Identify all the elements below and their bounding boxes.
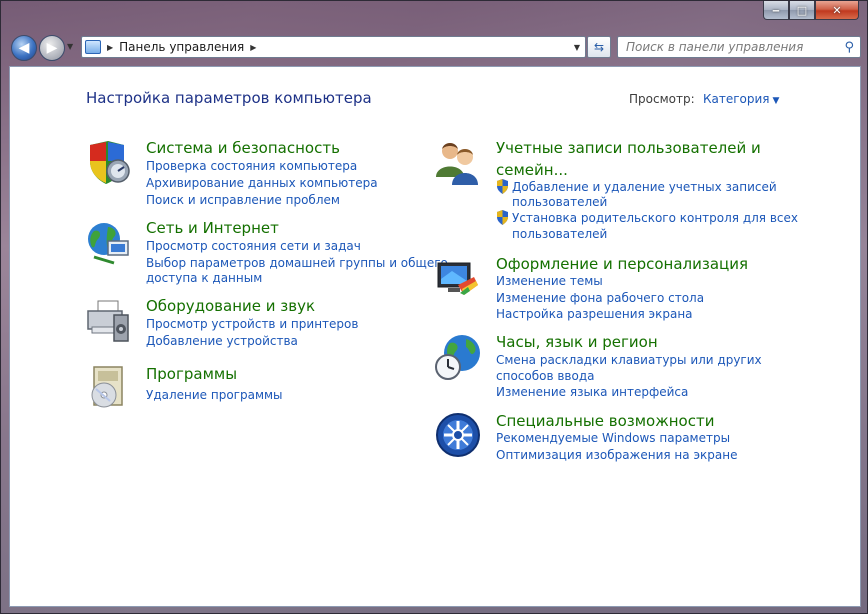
- page-title: Настройка параметров компьютера: [86, 89, 372, 107]
- link-parental-controls-cont[interactable]: пользователей: [512, 226, 607, 242]
- caption-buttons: ‒ □ ✕: [763, 1, 859, 21]
- refresh-button[interactable]: ⇆: [587, 36, 611, 58]
- link-change-display-language[interactable]: Изменение языка интерфейса: [496, 384, 688, 400]
- link-add-device[interactable]: Добавление устройства: [146, 333, 298, 349]
- forward-arrow-icon: ▶: [46, 40, 58, 56]
- search-icon[interactable]: ⚲: [844, 40, 854, 55]
- maximize-button[interactable]: □: [789, 1, 815, 20]
- link-network-status[interactable]: Просмотр состояния сети и задач: [146, 238, 361, 254]
- category-ease-of-access[interactable]: Специальные возможности: [496, 411, 714, 431]
- address-bar[interactable]: ▶ Панель управления ▶ ▼: [81, 36, 586, 58]
- link-homegroup-options-cont[interactable]: доступа к данным: [146, 270, 262, 286]
- category-clock-language-region[interactable]: Часы, язык и регион: [496, 332, 658, 352]
- address-dropdown-icon[interactable]: ▼: [574, 43, 580, 52]
- content-pane: Настройка параметров компьютера Просмотр…: [9, 66, 861, 607]
- link-add-remove-accounts-cont[interactable]: пользователей: [512, 194, 607, 210]
- link-optimize-display[interactable]: Оптимизация изображения на экране: [496, 447, 737, 463]
- programs-disc-icon[interactable]: [84, 363, 132, 411]
- link-change-keyboard[interactable]: Смена раскладки клавиатуры или других: [496, 352, 762, 368]
- view-by-dropdown[interactable]: Категория ▼: [703, 92, 779, 106]
- users-icon[interactable]: [434, 139, 482, 187]
- refresh-icon: ⇆: [593, 40, 605, 54]
- navigation-bar: ◀ ▶ ▼ ▶ Панель управления ▶ ▼ ⇆ ⚲: [1, 29, 868, 65]
- uac-shield-icon: [497, 179, 508, 194]
- recent-pages-dropdown[interactable]: ▼: [67, 42, 73, 51]
- breadcrumb-control-panel[interactable]: Панель управления: [119, 40, 244, 54]
- close-icon: ✕: [832, 3, 842, 17]
- link-troubleshoot[interactable]: Поиск и исправление проблем: [146, 192, 340, 208]
- category-appearance[interactable]: Оформление и персонализация: [496, 254, 748, 274]
- link-change-background[interactable]: Изменение фона рабочего стола: [496, 290, 704, 306]
- breadcrumb-chevron-icon[interactable]: ▶: [250, 43, 256, 52]
- category-network-internet[interactable]: Сеть и Интернет: [146, 218, 279, 238]
- ease-of-access-icon[interactable]: [434, 411, 482, 459]
- link-add-remove-accounts[interactable]: Добавление и удаление учетных записей: [512, 179, 777, 195]
- link-screen-resolution[interactable]: Настройка разрешения экрана: [496, 306, 693, 322]
- control-panel-icon: [85, 40, 101, 54]
- minimize-button[interactable]: ‒: [763, 1, 789, 20]
- category-hardware-sound[interactable]: Оборудование и звук: [146, 296, 315, 316]
- category-user-accounts-cont[interactable]: семейн...: [496, 160, 568, 180]
- link-backup-computer[interactable]: Архивирование данных компьютера: [146, 175, 378, 191]
- link-homegroup-options[interactable]: Выбор параметров домашней группы и общег…: [146, 255, 448, 271]
- chevron-down-icon: ▼: [772, 96, 780, 106]
- close-button[interactable]: ✕: [815, 1, 859, 20]
- address-separator-icon[interactable]: ▶: [107, 43, 113, 52]
- category-system-security[interactable]: Система и безопасность: [146, 138, 340, 158]
- view-label: Просмотр:: [629, 92, 695, 106]
- maximize-icon: □: [796, 3, 808, 17]
- search-box[interactable]: ⚲: [617, 36, 861, 58]
- category-user-accounts[interactable]: Учетные записи пользователей и: [496, 138, 761, 158]
- globe-clock-icon[interactable]: [434, 333, 482, 381]
- link-devices-printers[interactable]: Просмотр устройств и принтеров: [146, 316, 358, 332]
- link-check-computer-status[interactable]: Проверка состояния компьютера: [146, 158, 357, 174]
- uac-shield-icon: [497, 210, 508, 225]
- link-parental-controls[interactable]: Установка родительского контроля для все…: [512, 210, 798, 226]
- back-arrow-icon: ◀: [18, 40, 30, 56]
- category-programs[interactable]: Программы: [146, 364, 237, 384]
- link-change-theme[interactable]: Изменение темы: [496, 273, 603, 289]
- window-frame: ‒ □ ✕ ◀ ▶ ▼ ▶ Панель управления ▶ ▼ ⇆ ⚲ …: [0, 0, 868, 614]
- minimize-icon: ‒: [772, 3, 780, 17]
- link-uninstall-program[interactable]: Удаление программы: [146, 387, 283, 403]
- shield-system-icon[interactable]: [84, 139, 132, 187]
- link-recommended-settings[interactable]: Рекомендуемые Windows параметры: [496, 430, 730, 446]
- monitor-paint-icon[interactable]: [434, 255, 482, 303]
- back-button[interactable]: ◀: [11, 35, 37, 61]
- forward-button[interactable]: ▶: [39, 35, 65, 61]
- view-by-value[interactable]: Категория: [703, 92, 770, 106]
- search-input[interactable]: [626, 40, 836, 54]
- network-globe-icon[interactable]: [84, 219, 132, 267]
- link-change-keyboard-cont[interactable]: способов ввода: [496, 368, 595, 384]
- printer-hardware-icon[interactable]: [84, 297, 132, 345]
